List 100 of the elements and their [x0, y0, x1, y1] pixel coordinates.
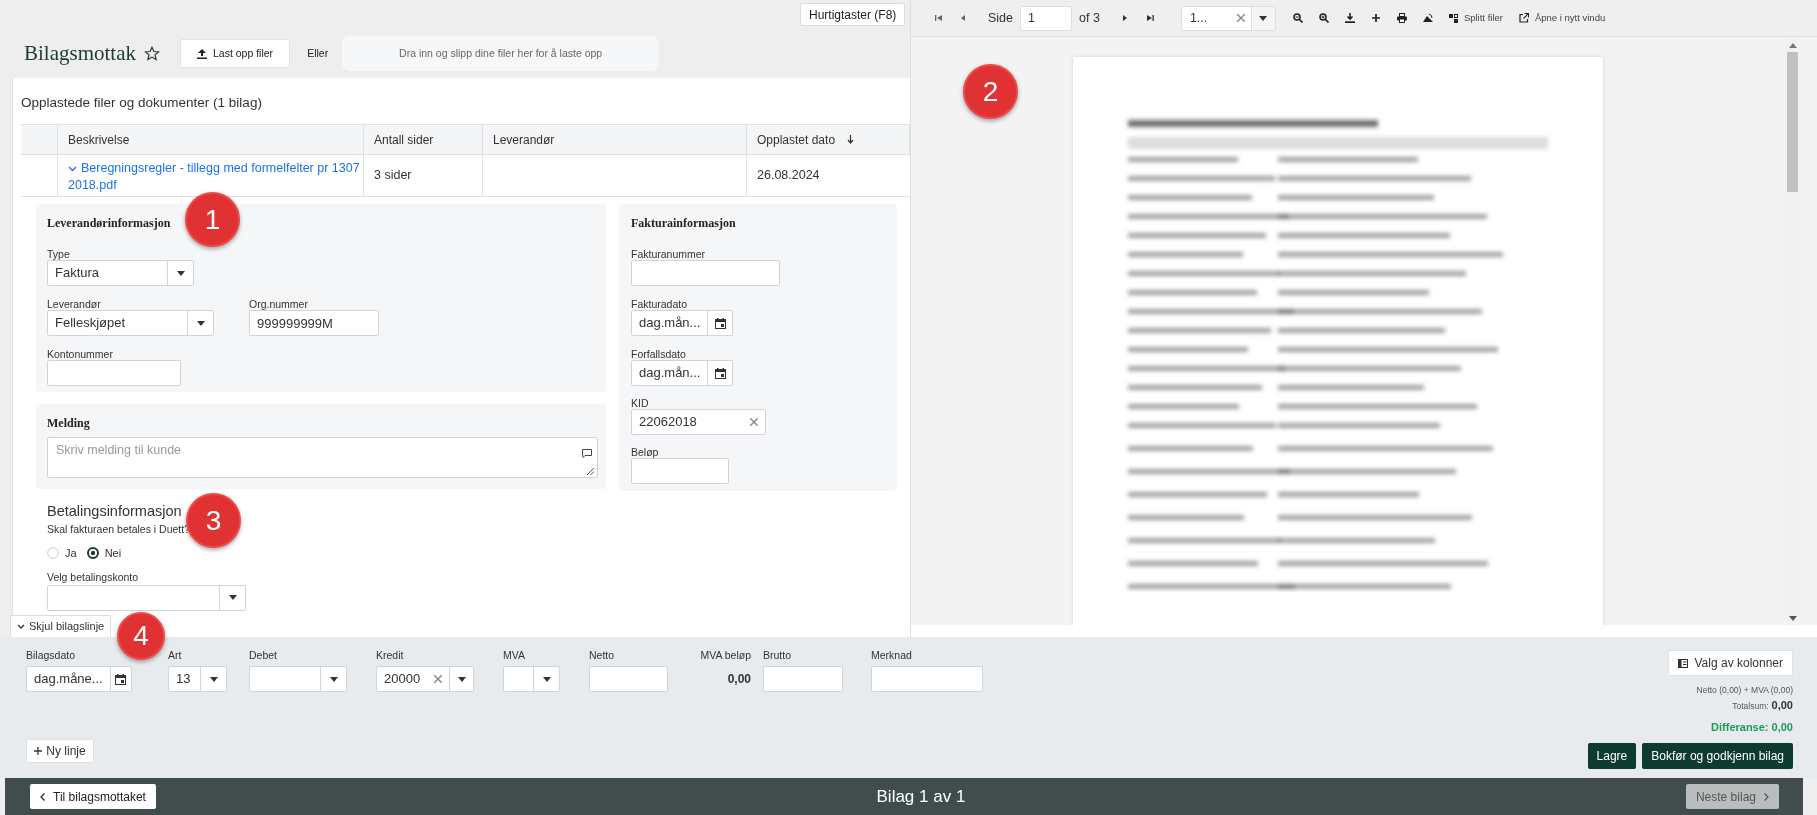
- caret-icon: [457, 676, 466, 682]
- scroll-down-icon: [1788, 616, 1797, 621]
- field-label: MVA: [503, 650, 525, 661]
- zoom-in-icon[interactable]: [1318, 13, 1329, 23]
- calendar-icon: [714, 367, 726, 379]
- split-files-button[interactable]: Splitt filer: [1448, 10, 1503, 26]
- table-cell-text: 3 sider: [374, 167, 412, 185]
- radio-option[interactable]: Nei: [86, 545, 122, 562]
- field-label: Type: [47, 249, 70, 260]
- upload-icon: [197, 48, 207, 59]
- field-label: Forfallsdato: [631, 349, 686, 360]
- page-label: Side: [988, 9, 1014, 27]
- back-button[interactable]: Til bilagsmottaket: [30, 784, 156, 809]
- art-select[interactable]: 13: [168, 666, 227, 692]
- caret-icon: [542, 676, 551, 682]
- file-link[interactable]: Beregningsregler - tillegg med formelfelter pr 13072018.pdf: [68, 160, 361, 194]
- field-label: Fakturanummer: [631, 249, 706, 260]
- field-label: KID: [631, 398, 649, 409]
- field-label: Kontonummer: [47, 349, 113, 360]
- type-select[interactable]: Faktura: [47, 260, 194, 286]
- chevron-left-icon: [40, 792, 45, 801]
- print-icon[interactable]: [1396, 13, 1407, 23]
- dropzone[interactable]: Dra inn og slipp dine filer her for å laste opp: [342, 36, 660, 71]
- caret-icon: [329, 676, 338, 682]
- page-title: Bilagsmottak: [24, 39, 136, 67]
- caret-icon: [209, 676, 218, 682]
- new-line-button[interactable]: Ny linje: [26, 739, 94, 763]
- field-label: Netto: [589, 650, 615, 661]
- due-date-field[interactable]: dag.mån...: [631, 360, 733, 386]
- section-heading: Melding: [47, 416, 90, 430]
- caret-icon: [176, 270, 185, 276]
- download-icon[interactable]: [1344, 13, 1355, 23]
- clear-icon: [750, 418, 758, 426]
- supplier-select[interactable]: Felleskjøpet: [47, 310, 214, 336]
- section-heading: Opplastede filer og dokumenter (1 bilag): [21, 95, 262, 110]
- caret-icon: [1259, 15, 1268, 21]
- page-total: of 3: [1079, 9, 1100, 27]
- field-label: Fakturadato: [631, 299, 688, 310]
- column-choice-button[interactable]: Valg av kolonner: [1667, 650, 1793, 676]
- field-label: Org.nummer: [249, 299, 308, 310]
- mva-amount: 0,00: [727, 671, 751, 688]
- page-number-field[interactable]: 1: [1020, 5, 1073, 31]
- upload-button[interactable]: Last opp filer: [180, 39, 291, 68]
- invoice-date-field[interactable]: dag.mån...: [631, 310, 733, 336]
- amount-field[interactable]: [631, 458, 729, 484]
- columns-icon: [1677, 658, 1688, 668]
- rotate-icon[interactable]: [1422, 13, 1433, 23]
- last-page-icon[interactable]: [1144, 13, 1155, 23]
- caret-icon: [196, 320, 205, 326]
- zoom-out-icon[interactable]: [1292, 13, 1303, 23]
- resize-handle-icon: [587, 468, 594, 475]
- save-button[interactable]: Lagre: [1587, 742, 1637, 769]
- field-label: MVA beløp: [700, 650, 751, 661]
- radio-icon: [47, 547, 59, 560]
- invoice-number-field[interactable]: [631, 260, 780, 286]
- brutto-field[interactable]: [763, 666, 843, 692]
- chevron-icon: [17, 624, 25, 629]
- calendar-icon: [714, 317, 726, 329]
- table-cell-text: 26.08.2024: [757, 167, 820, 185]
- calendar-icon: [115, 673, 127, 685]
- section-heading: Fakturainformasjon: [631, 216, 736, 230]
- scrollbar-thumb[interactable]: [1787, 52, 1798, 192]
- field-label: Beløp: [631, 447, 659, 458]
- field-label: Bilagsdato: [26, 650, 76, 661]
- first-page-icon[interactable]: [934, 13, 944, 23]
- external-link-icon: [1518, 13, 1529, 23]
- sort-arrow-icon: [847, 135, 855, 144]
- scroll-up-icon: [1788, 43, 1797, 48]
- radio-option[interactable]: Ja: [47, 545, 77, 562]
- total-label: Totalsum:: [1732, 699, 1769, 713]
- comment-icon: [582, 449, 592, 458]
- netto-field[interactable]: [589, 666, 668, 692]
- radio-selected-icon: [86, 547, 99, 560]
- toggle-lines-button[interactable]: Skjul bilagslinje: [10, 615, 112, 637]
- clear-icon: [1236, 14, 1245, 22]
- or-label: Eller: [307, 45, 329, 61]
- zoom-select[interactable]: 1...: [1180, 5, 1276, 31]
- clear-icon: [434, 675, 442, 683]
- kid-field[interactable]: 22062018: [631, 409, 766, 435]
- field-label: Velg betalingskonto: [47, 571, 139, 583]
- account-number-field[interactable]: [47, 360, 181, 386]
- note-field[interactable]: [871, 666, 983, 692]
- shortcuts-button[interactable]: Hurtigtaster (F8): [800, 3, 906, 26]
- sum-breakdown: Netto (0,00) + MVA (0,00): [1696, 684, 1793, 697]
- field-label: Kredit: [376, 650, 404, 661]
- plus-icon[interactable]: [1370, 13, 1381, 23]
- total-value: 0,00: [1771, 697, 1793, 713]
- split-icon: [1448, 13, 1458, 23]
- kredit-select[interactable]: 20000: [376, 666, 474, 692]
- post-approve-button[interactable]: Bokfør og godkjenn bilag: [1642, 742, 1793, 769]
- document-position: Bilag 1 av 1: [876, 785, 966, 808]
- difference-text: Differanse: 0,00: [1711, 720, 1793, 736]
- chevron-right-icon: [1764, 792, 1769, 801]
- field-label: Brutto: [763, 650, 791, 661]
- field-label: Merknad: [871, 650, 912, 661]
- caret-icon: [228, 595, 237, 600]
- org-number-field[interactable]: 999999999M: [249, 310, 379, 336]
- field-label: Leverandør: [47, 299, 101, 310]
- entry-date-field[interactable]: dag.måne...: [26, 666, 132, 692]
- open-new-window-button[interactable]: Åpne i nytt vindu: [1518, 10, 1606, 26]
